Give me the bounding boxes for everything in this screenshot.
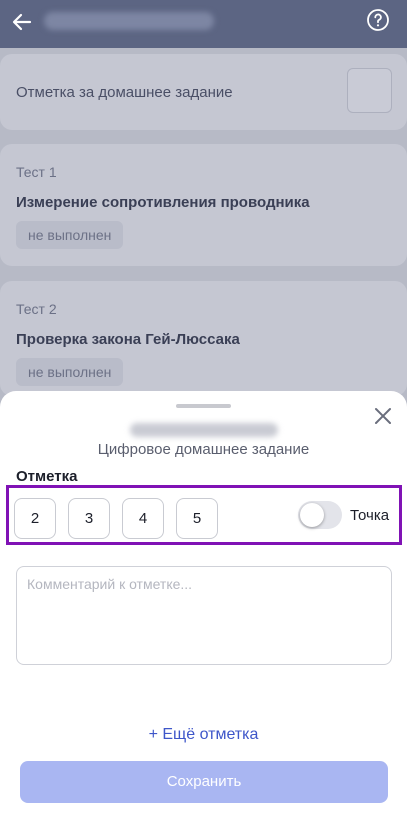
test-card[interactable]: Тест 1 Измерение сопротивления проводник… <box>0 144 407 266</box>
toggle-knob <box>300 503 324 527</box>
status-badge: не выполнен <box>16 358 124 386</box>
drag-handle[interactable] <box>176 404 231 408</box>
status-badge: не выполнен <box>16 221 124 249</box>
test-title: Проверка закона Гей-Люссака <box>16 331 240 348</box>
mark-section-label: Отметка <box>16 468 78 485</box>
test-title: Измерение сопротивления проводника <box>16 194 310 211</box>
add-mark-link[interactable]: + Ещё отметка <box>0 726 407 744</box>
homework-mark-card[interactable]: Отметка за домашнее задание <box>0 54 407 130</box>
grade-button-2[interactable]: 2 <box>14 498 56 539</box>
comment-input[interactable] <box>16 566 392 665</box>
close-icon[interactable] <box>373 406 393 426</box>
page-title-blurred <box>44 12 214 30</box>
test-name: Тест 2 <box>16 301 57 317</box>
dot-toggle[interactable] <box>298 501 342 529</box>
student-name-blurred <box>130 423 278 437</box>
grade-button-4[interactable]: 4 <box>122 498 164 539</box>
sheet-subtitle: Цифровое домашнее задание <box>97 441 310 458</box>
homework-mark-label: Отметка за домашнее задание <box>16 84 233 101</box>
homework-mark-box[interactable] <box>347 68 392 113</box>
question-circle-icon[interactable] <box>366 8 390 32</box>
mark-selector-row: 2 3 4 5 Точка <box>6 485 402 545</box>
test-card[interactable]: Тест 2 Проверка закона Гей-Люссака не вы… <box>0 281 407 396</box>
grade-button-5[interactable]: 5 <box>176 498 218 539</box>
arrow-left-icon[interactable] <box>10 10 34 34</box>
dot-toggle-label: Точка <box>350 507 390 524</box>
save-button[interactable]: Сохранить <box>20 761 388 803</box>
top-bar <box>0 0 407 48</box>
test-name: Тест 1 <box>16 164 57 180</box>
grade-button-3[interactable]: 3 <box>68 498 110 539</box>
